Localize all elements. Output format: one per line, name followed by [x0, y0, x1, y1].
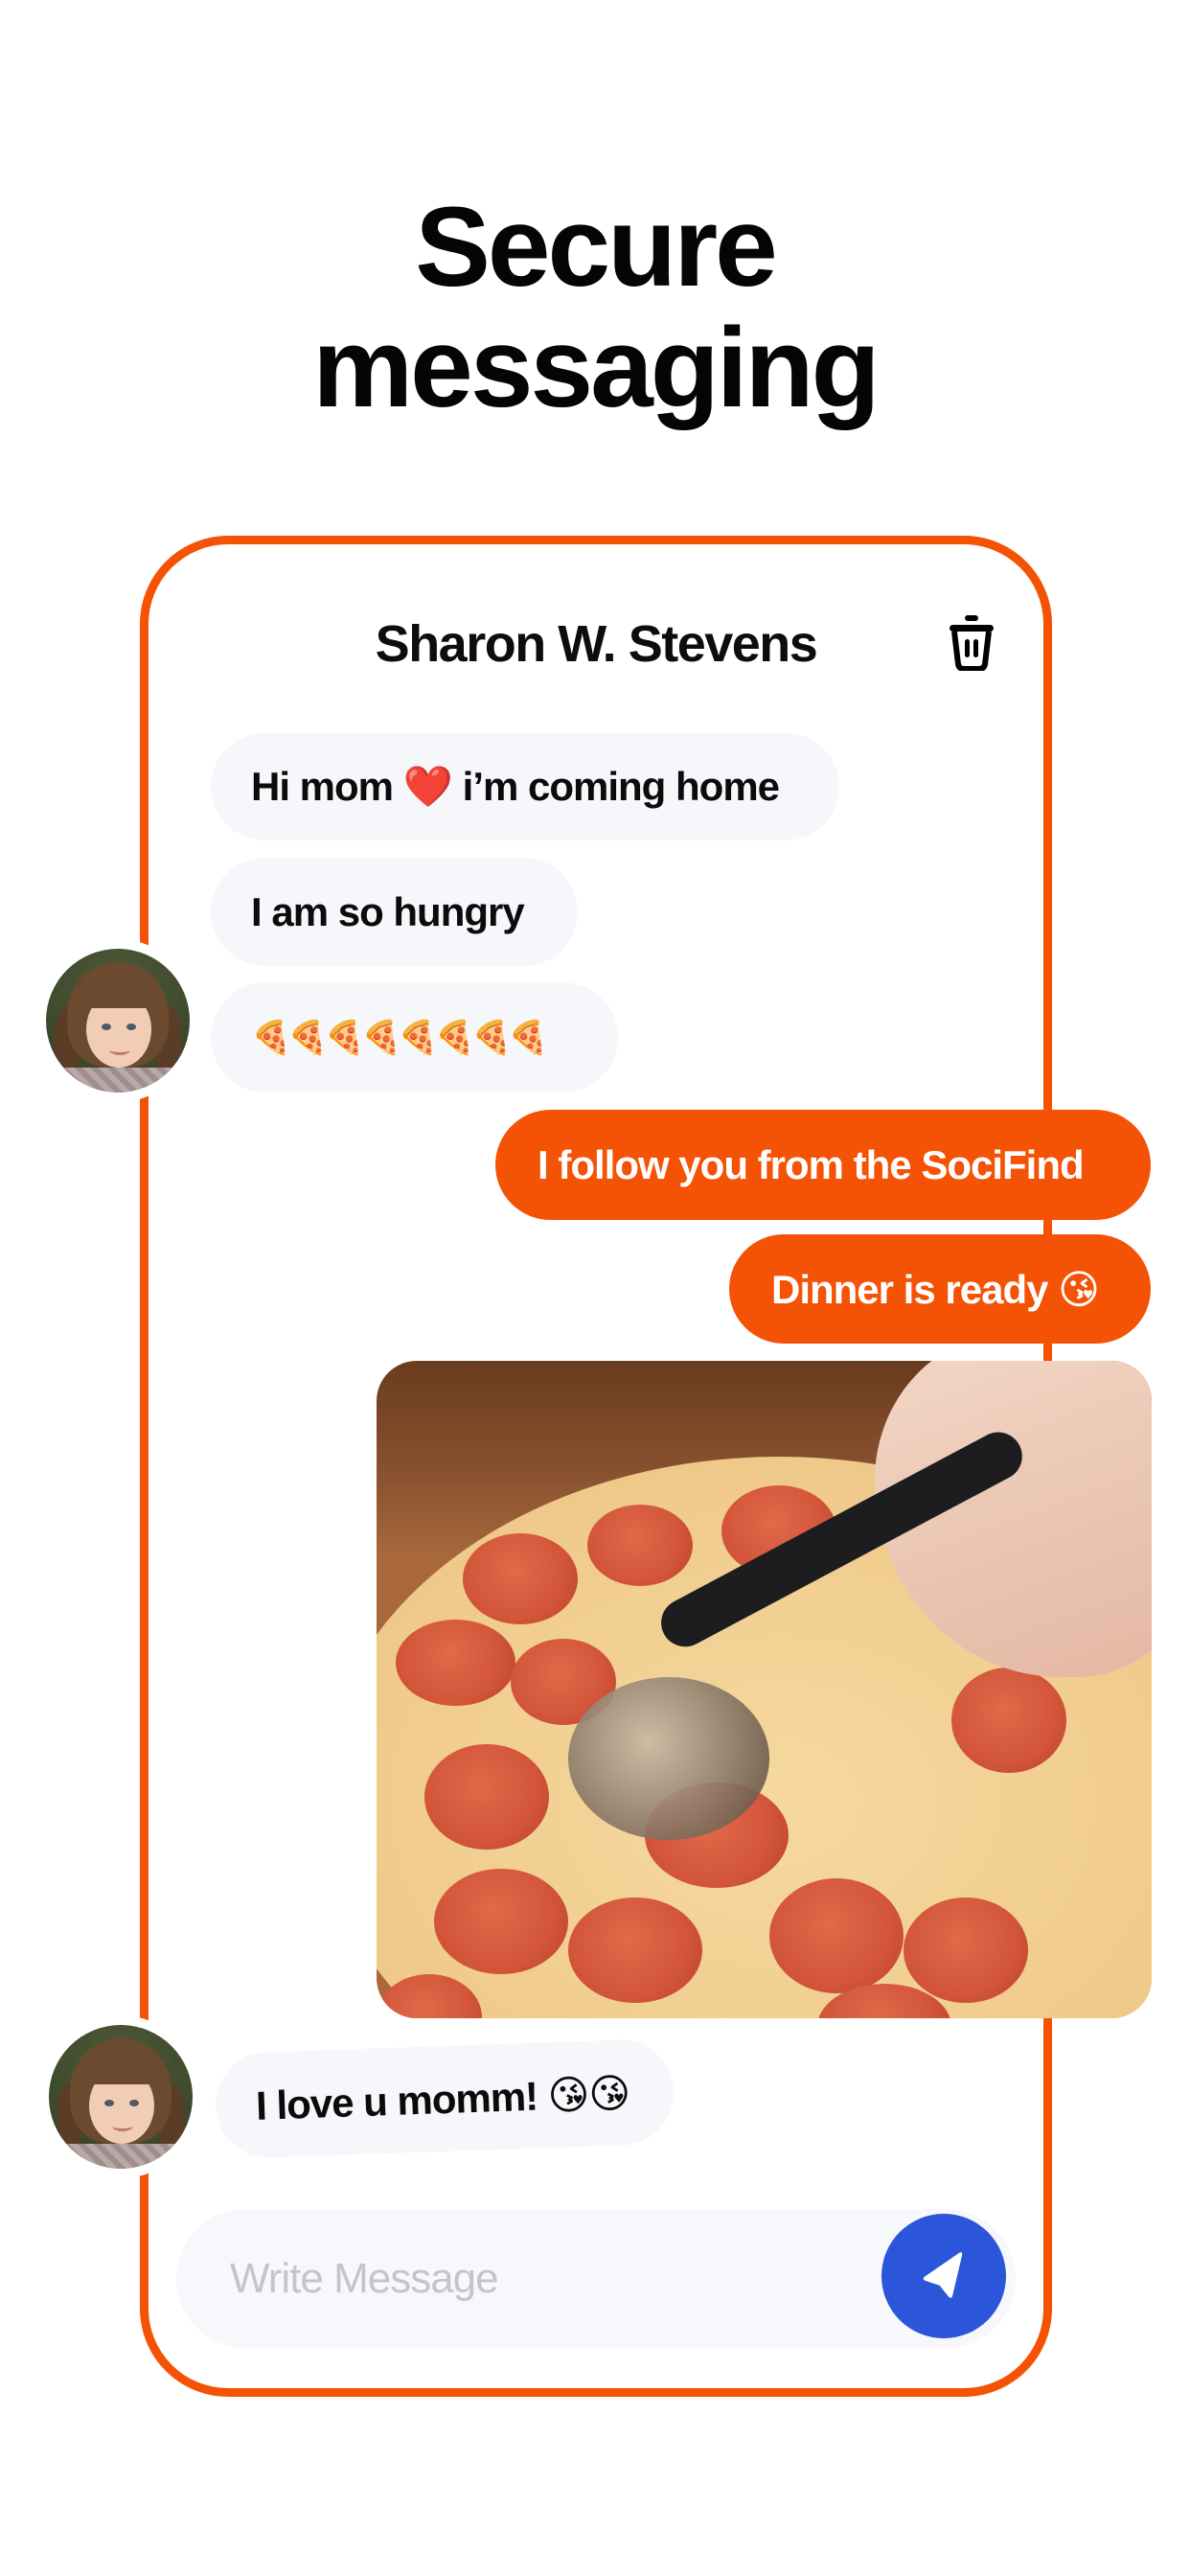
message-text: I am so hungry [251, 888, 525, 934]
avatar-eye [129, 2100, 139, 2106]
message-outgoing[interactable]: I follow you from the SociFind [495, 1110, 1151, 1220]
pizza-cutter-wheel [568, 1677, 769, 1840]
message-input[interactable] [228, 2253, 845, 2304]
avatar-bangs [83, 2046, 160, 2084]
message-incoming[interactable]: Hi mom ❤️ i’m coming home [211, 733, 839, 840]
message-outgoing[interactable]: Dinner is ready 😘 [729, 1234, 1151, 1344]
avatar-smile [112, 2121, 133, 2131]
send-icon [923, 2252, 963, 2298]
pepperoni [434, 1869, 568, 1974]
avatar-eye [126, 1024, 136, 1030]
pepperoni [587, 1505, 693, 1586]
pepperoni [396, 1620, 515, 1706]
pepperoni [904, 1898, 1028, 2003]
avatar-eye [102, 1024, 111, 1030]
headline-line-1: Secure [415, 184, 778, 310]
avatar-eye [104, 2100, 114, 2106]
pepperoni [424, 1744, 549, 1850]
avatar-shirt [56, 1068, 180, 1092]
message-incoming[interactable]: I am so hungry [211, 858, 578, 966]
message-image[interactable] [377, 1361, 1152, 2018]
message-text: I follow you from the SociFind [538, 1141, 1085, 1187]
contact-avatar[interactable] [46, 949, 190, 1092]
contact-avatar[interactable] [49, 2025, 193, 2169]
send-button[interactable] [881, 2214, 1006, 2338]
trash-icon [950, 615, 994, 672]
avatar-shirt [58, 2144, 183, 2169]
pepperoni [568, 1898, 702, 2003]
message-incoming[interactable]: I love u momm! 😘😘 [214, 2037, 675, 2160]
avatar-bangs [80, 970, 157, 1008]
message-text: I love u momm! 😘😘 [255, 2069, 630, 2128]
message-text: Hi mom ❤️ i’m coming home [251, 763, 780, 809]
pepperoni [769, 1878, 904, 1993]
pepperoni [951, 1668, 1066, 1773]
avatar-smile [109, 1045, 130, 1055]
headline-line-2: messaging [312, 305, 880, 431]
contact-name: Sharon W. Stevens [375, 615, 818, 673]
message-text: 🍕🍕🍕🍕🍕🍕🍕🍕 [251, 1019, 549, 1056]
delete-conversation-button[interactable] [947, 613, 996, 672]
message-incoming[interactable]: 🍕🍕🍕🍕🍕🍕🍕🍕 [211, 982, 618, 1092]
message-text: Dinner is ready 😘 [771, 1266, 1100, 1312]
page-headline: Secure messaging [0, 187, 1190, 428]
pepperoni [463, 1533, 578, 1624]
